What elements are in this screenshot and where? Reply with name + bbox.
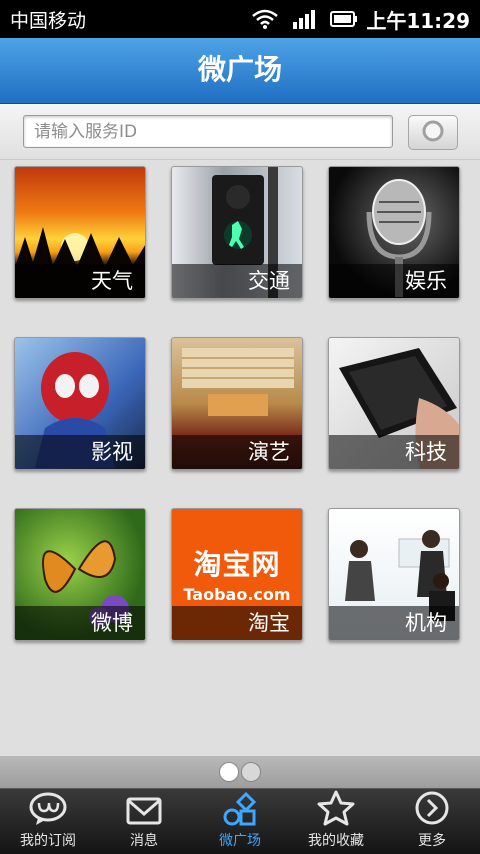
wifi-icon [252,9,279,29]
page-indicator [0,756,480,788]
battery-icon [330,10,358,28]
tab-label: 微广场 [219,833,261,849]
envelope-icon [126,796,162,830]
tab-label: 我的订阅 [20,833,76,849]
arrow-circle-icon [414,790,450,830]
main-content: 天气 交通 [0,104,480,788]
tab-plaza[interactable]: 微广场 [192,789,288,854]
status-icons [252,9,358,29]
tile-label: 影视 [15,435,145,469]
page-title: 微广场 [0,38,480,104]
tile-label: 微博 [15,606,145,640]
search-input[interactable] [23,115,393,148]
tile-label: 机构 [329,606,459,640]
tile-label: 科技 [329,435,459,469]
tile-weibo[interactable]: 微博 [14,508,146,641]
tab-favorites[interactable]: 我的收藏 [288,789,384,854]
tab-label: 我的收藏 [308,833,364,849]
tile-label: 演艺 [172,435,302,469]
bottom-tab-bar: 我的订阅 消息 微广场 我的收藏 更多 [0,788,480,854]
clock: 上午11:29 [366,8,470,33]
tile-label: 淘宝 [172,606,302,640]
tile-weather[interactable]: 天气 [14,166,146,299]
search-icon [420,118,446,148]
tile-taobao[interactable]: 淘宝网 Taobao.com 淘宝 [171,508,303,641]
signal-icon [292,9,316,29]
tile-organization[interactable]: 机构 [328,508,460,641]
tab-label: 消息 [130,833,158,849]
status-bar: 中国移动 上午11:29 [0,0,480,38]
search-bar [0,104,480,160]
tile-entertainment[interactable]: 娱乐 [328,166,460,299]
page-dot[interactable] [241,762,261,782]
carrier-name: 中国移动 [10,9,87,32]
tile-movies[interactable]: 影视 [14,337,146,470]
tile-label: 交通 [172,264,302,298]
taobao-logo-text: 淘宝网 [193,548,281,581]
tab-messages[interactable]: 消息 [96,789,192,854]
square-plaza-icon [220,792,260,830]
taobao-logo-subtext: Taobao.com [183,585,291,604]
tile-traffic[interactable]: 交通 [171,166,303,299]
tile-label: 娱乐 [329,264,459,298]
page-dot-active[interactable] [219,762,239,782]
tab-my-subscriptions[interactable]: 我的订阅 [0,789,96,854]
tile-label: 天气 [15,264,145,298]
tile-technology[interactable]: 科技 [328,337,460,470]
tab-more[interactable]: 更多 [384,789,480,854]
tile-performance[interactable]: 演艺 [171,337,303,470]
search-button[interactable] [408,115,458,150]
star-icon [317,790,355,830]
chat-bubble-icon [28,792,68,830]
tab-label: 更多 [418,833,446,849]
